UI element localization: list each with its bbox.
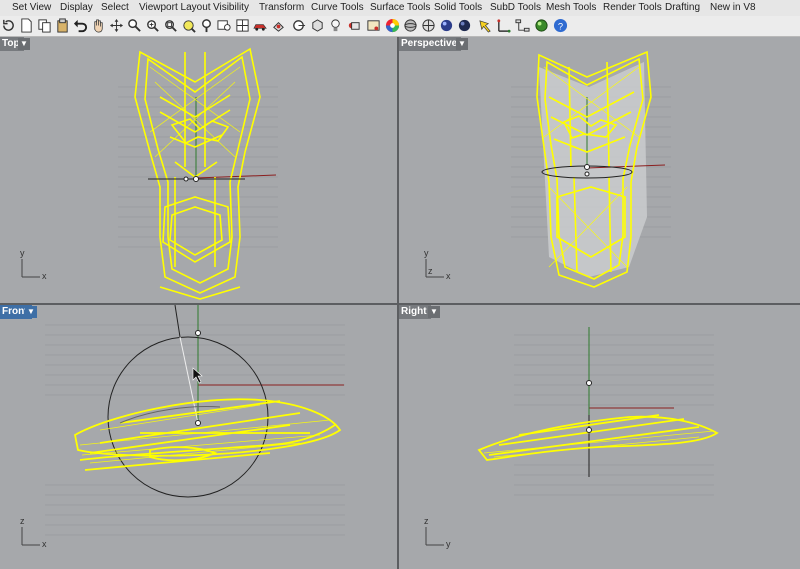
right-scene: y z (424, 327, 719, 549)
rotation-circle (107, 336, 269, 498)
tab-render-tools[interactable]: Render Tools (603, 2, 662, 14)
svg-text:z: z (20, 516, 25, 526)
viewport-right[interactable]: y z Right ▼ (399, 305, 800, 569)
light-bulb-icon[interactable] (327, 17, 343, 34)
front-scene: x z (20, 305, 345, 549)
tab-transform[interactable]: Transform (259, 2, 304, 14)
color-wheel-icon[interactable] (384, 17, 400, 34)
tab-viewport-layout[interactable]: Viewport Layout (139, 2, 211, 14)
viewport-perspective[interactable]: x y z Perspective ▼ (399, 37, 800, 303)
tab-new-in-v8[interactable]: New in V8 (710, 2, 756, 14)
construction-grid (514, 334, 714, 496)
tab-drafting[interactable]: Drafting (665, 2, 700, 14)
pan-hand-icon[interactable] (90, 17, 106, 34)
help-icon[interactable]: ? (552, 17, 568, 34)
gumball-point (586, 380, 592, 386)
axis-widget: x y (20, 248, 47, 281)
undo-icon[interactable] (72, 17, 88, 34)
viewport-top[interactable]: x y Top ▼ (0, 37, 397, 303)
svg-text:x: x (42, 539, 47, 549)
svg-text:y: y (446, 539, 451, 549)
tab-display[interactable]: Display (60, 2, 93, 14)
zoom-window-icon[interactable] (144, 17, 160, 34)
named-views-icon[interactable] (216, 17, 232, 34)
chevron-down-icon[interactable]: ▼ (456, 38, 468, 50)
tab-solid-tools[interactable]: Solid Tools (434, 2, 482, 14)
x-axis-line (195, 174, 277, 179)
svg-text:x: x (446, 271, 451, 281)
copy-icon[interactable] (36, 17, 52, 34)
point-snap-icon[interactable] (290, 17, 306, 34)
dark-sphere-icon[interactable] (456, 17, 472, 34)
toolbar-tabs: Set View Display Select Viewport Layout … (0, 0, 800, 17)
axis-widget: x y z (424, 248, 451, 281)
svg-text:?: ? (557, 21, 562, 31)
guide-line (174, 305, 181, 338)
gumball-point (195, 330, 201, 336)
guide-line-active (179, 336, 199, 424)
rotate-view-icon[interactable] (0, 17, 16, 34)
grid-4-icon[interactable] (234, 17, 250, 34)
viewport-front[interactable]: x z Front ▼ (0, 305, 397, 569)
zoom-target-icon[interactable] (198, 17, 214, 34)
gumball-point (584, 171, 590, 177)
tab-subd-tools[interactable]: SubD Tools (490, 2, 541, 14)
gumball-point (586, 427, 592, 433)
tab-mesh-tools[interactable]: Mesh Tools (546, 2, 596, 14)
tab-set-view[interactable]: Set View (12, 2, 51, 14)
viewport-divider-horizontal[interactable] (0, 303, 800, 305)
sphere-icon[interactable] (402, 17, 418, 34)
chevron-down-icon[interactable]: ▼ (25, 306, 37, 318)
wireframe-mesh-detail (483, 430, 715, 458)
svg-text:z: z (428, 266, 433, 276)
zoom-extents-icon[interactable] (162, 17, 178, 34)
render-icon[interactable] (345, 17, 361, 34)
metal-sphere-icon[interactable] (438, 17, 454, 34)
gumball-icon[interactable] (495, 17, 511, 34)
green-sphere-icon[interactable] (533, 17, 549, 34)
shade-icon[interactable] (309, 17, 325, 34)
zoom-selected-icon[interactable] (180, 17, 196, 34)
tab-select[interactable]: Select (101, 2, 129, 14)
wireframe-model (134, 47, 261, 300)
axis-widget: y z (424, 516, 451, 549)
viewport-label-right[interactable]: Right (399, 305, 431, 319)
material-icon[interactable] (365, 17, 381, 34)
top-scene: x y (20, 47, 278, 300)
gumball-point (193, 176, 199, 182)
wireframe-model (73, 398, 342, 471)
car-icon[interactable] (252, 17, 268, 34)
svg-text:x: x (42, 271, 47, 281)
gumball-point (584, 164, 590, 170)
construction-grid (45, 324, 345, 536)
perspective-scene: x y z (424, 50, 671, 288)
gumball-point (183, 176, 189, 182)
viewport-label-perspective[interactable]: Perspective (399, 37, 462, 51)
chevron-down-icon[interactable]: ▼ (18, 38, 30, 50)
network-icon[interactable] (514, 17, 530, 34)
main-toolbar: ? (0, 16, 800, 37)
globe-icon[interactable] (420, 17, 436, 34)
tab-surface-tools[interactable]: Surface Tools (370, 2, 430, 14)
svg-text:y: y (20, 248, 25, 258)
chevron-down-icon[interactable]: ▼ (428, 306, 440, 318)
svg-text:z: z (424, 516, 429, 526)
zoom-icon[interactable] (126, 17, 142, 34)
tab-curve-tools[interactable]: Curve Tools (311, 2, 364, 14)
axis-widget: x z (20, 516, 47, 549)
pen-tool-icon[interactable] (477, 17, 493, 34)
new-file-icon[interactable] (18, 17, 34, 34)
move-icon[interactable] (108, 17, 124, 34)
box-select-icon[interactable] (270, 17, 286, 34)
paste-icon[interactable] (54, 17, 70, 34)
wireframe-model (477, 414, 719, 461)
construction-grid (118, 86, 278, 248)
svg-text:y: y (424, 248, 429, 258)
tab-visibility[interactable]: Visibility (213, 2, 249, 14)
gumball-point (195, 420, 201, 426)
